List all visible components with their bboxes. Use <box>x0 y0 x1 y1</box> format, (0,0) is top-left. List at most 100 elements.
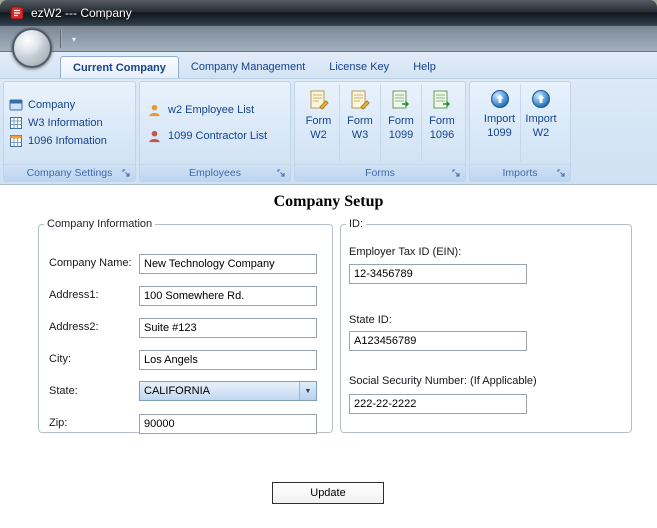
ribbon-item-label: Form <box>388 115 414 127</box>
ribbon: Company W3 Information 1096 Infomation C… <box>0 78 657 185</box>
ribbon-group-imports: Import 1099 Import W2 Imports <box>469 81 571 182</box>
ribbon-button-form-1096[interactable]: Form 1096 <box>421 84 462 162</box>
tab-license-key[interactable]: License Key <box>317 56 401 78</box>
qat-separator <box>60 30 62 48</box>
company-name-label: Company Name: <box>49 257 132 269</box>
state-select[interactable]: CALIFORNIA <box>139 381 317 401</box>
ribbon-item-label: Company <box>28 99 76 111</box>
ribbon-item-company[interactable]: Company <box>9 97 130 113</box>
ribbon-item-label: W3 <box>351 128 369 141</box>
ribbon-button-import-w2[interactable]: Import W2 <box>520 84 561 162</box>
ribbon-group-employees: w2 Employee List 1099 Contractor List Em… <box>139 81 291 182</box>
dialog-launcher-icon[interactable] <box>451 168 462 179</box>
ribbon-tab-row: Current Company Company Management Licen… <box>0 52 657 78</box>
w2-employee-icon <box>147 103 162 118</box>
ribbon-item-label: 1099 <box>487 126 512 139</box>
ribbon-item-label: Form <box>347 115 373 127</box>
ribbon-button-form-w3[interactable]: Form W3 <box>339 84 380 162</box>
chevron-down-icon[interactable] <box>299 382 316 400</box>
city-label: City: <box>49 353 71 365</box>
company-name-input[interactable] <box>139 254 317 274</box>
import-w2-icon <box>531 89 551 109</box>
titlebar: ezW2 --- Company <box>0 0 657 26</box>
tab-help[interactable]: Help <box>401 56 448 78</box>
ribbon-item-w3-information[interactable]: W3 Information <box>9 115 130 131</box>
tab-label: Current Company <box>73 61 166 74</box>
form-1099-icon <box>390 89 412 111</box>
ein-label: Employer Tax ID (EIN): <box>349 246 462 258</box>
ribbon-item-label: w2 Employee List <box>168 104 255 116</box>
window-title: ezW2 --- Company <box>31 6 132 20</box>
group-caption-label: Imports <box>502 167 538 179</box>
dialog-launcher-icon[interactable] <box>556 168 567 179</box>
ribbon-button-import-1099[interactable]: Import 1099 <box>479 84 520 162</box>
app-icon[interactable] <box>9 5 25 21</box>
id-groupbox: ID: Employer Tax ID (EIN): State ID: Soc… <box>340 218 632 433</box>
ribbon-group-company-settings: Company W3 Information 1096 Infomation C… <box>3 81 136 182</box>
address1-label: Address1: <box>49 289 99 301</box>
address2-input[interactable] <box>139 318 317 338</box>
ribbon-button-form-1099[interactable]: Form 1099 <box>380 84 421 162</box>
ribbon-item-label: W2 <box>310 128 327 141</box>
ein-input[interactable] <box>349 264 527 284</box>
ssn-label: Social Security Number: (If Applicable) <box>349 375 537 387</box>
tab-company-management[interactable]: Company Management <box>179 56 317 78</box>
group-caption-label: Company Settings <box>26 167 113 179</box>
company-information-legend: Company Information <box>47 218 153 230</box>
tab-label: Help <box>413 61 436 73</box>
ribbon-item-label: 1096 <box>429 128 455 141</box>
ribbon-item-label: 1099 <box>388 128 414 141</box>
dialog-launcher-icon[interactable] <box>121 168 132 179</box>
qat-dropdown-icon[interactable]: ▾ <box>66 26 82 52</box>
city-input[interactable] <box>139 350 317 370</box>
form-w2-icon <box>308 89 330 111</box>
dialog-launcher-icon[interactable] <box>276 168 287 179</box>
ribbon-item-label: W3 Information <box>28 117 103 129</box>
import-1099-icon <box>490 89 510 109</box>
form-1096-small-icon <box>9 134 23 148</box>
company-icon <box>9 98 23 112</box>
group-caption-employees: Employees <box>140 164 290 181</box>
state-label: State: <box>49 385 78 397</box>
ribbon-item-label: Import <box>483 113 516 125</box>
ribbon-item-label: 1099 Contractor List <box>168 130 268 142</box>
zip-label: Zip: <box>49 417 68 429</box>
app-window: ezW2 --- Company ▾ Current Company Compa… <box>0 0 657 528</box>
id-legend: ID: <box>349 218 364 230</box>
form-w3-icon <box>349 89 371 111</box>
address2-label: Address2: <box>49 321 99 333</box>
ribbon-item-label: W2 <box>532 126 550 139</box>
tab-current-company[interactable]: Current Company <box>60 56 179 78</box>
address1-input[interactable] <box>139 286 317 306</box>
w3-information-icon <box>9 116 23 130</box>
ssn-input[interactable] <box>349 394 527 414</box>
state-id-input[interactable] <box>349 331 527 351</box>
state-id-label: State ID: <box>349 314 392 326</box>
tab-label: Company Management <box>190 61 306 73</box>
application-menu-button[interactable] <box>12 28 52 68</box>
page-title: Company Setup <box>273 193 384 210</box>
group-caption-forms: Forms <box>295 164 465 181</box>
ribbon-item-label: Form <box>305 115 332 127</box>
state-selected-value: CALIFORNIA <box>144 385 211 397</box>
tab-label: License Key <box>329 61 390 73</box>
group-caption-label: Employees <box>189 167 241 179</box>
contractor-icon <box>147 129 162 144</box>
zip-input[interactable] <box>139 414 317 434</box>
group-caption-company-settings: Company Settings <box>4 164 135 181</box>
quick-access-toolbar: ▾ <box>0 26 657 52</box>
ribbon-item-label: Form <box>429 115 455 127</box>
ribbon-item-w2-employee-list[interactable]: w2 Employee List <box>147 100 283 120</box>
update-button[interactable]: Update <box>272 482 384 504</box>
ribbon-item-label: Import <box>525 113 557 125</box>
company-information-groupbox: Company Information Company Name: Addres… <box>38 218 333 434</box>
ribbon-item-label: 1096 Infomation <box>28 135 107 147</box>
group-caption-label: Forms <box>365 167 395 179</box>
ribbon-button-form-w2[interactable]: Form W2 <box>298 84 339 162</box>
form-1096-icon <box>431 89 453 111</box>
ribbon-group-forms: Form W2 Form W3 Form 1099 Form 1096 Form… <box>294 81 466 182</box>
group-caption-imports: Imports <box>470 164 570 181</box>
ribbon-item-1096-information[interactable]: 1096 Infomation <box>9 133 130 149</box>
company-setup-page: Company Setup Company Information Compan… <box>0 185 657 528</box>
ribbon-item-1099-contractor-list[interactable]: 1099 Contractor List <box>147 126 283 146</box>
